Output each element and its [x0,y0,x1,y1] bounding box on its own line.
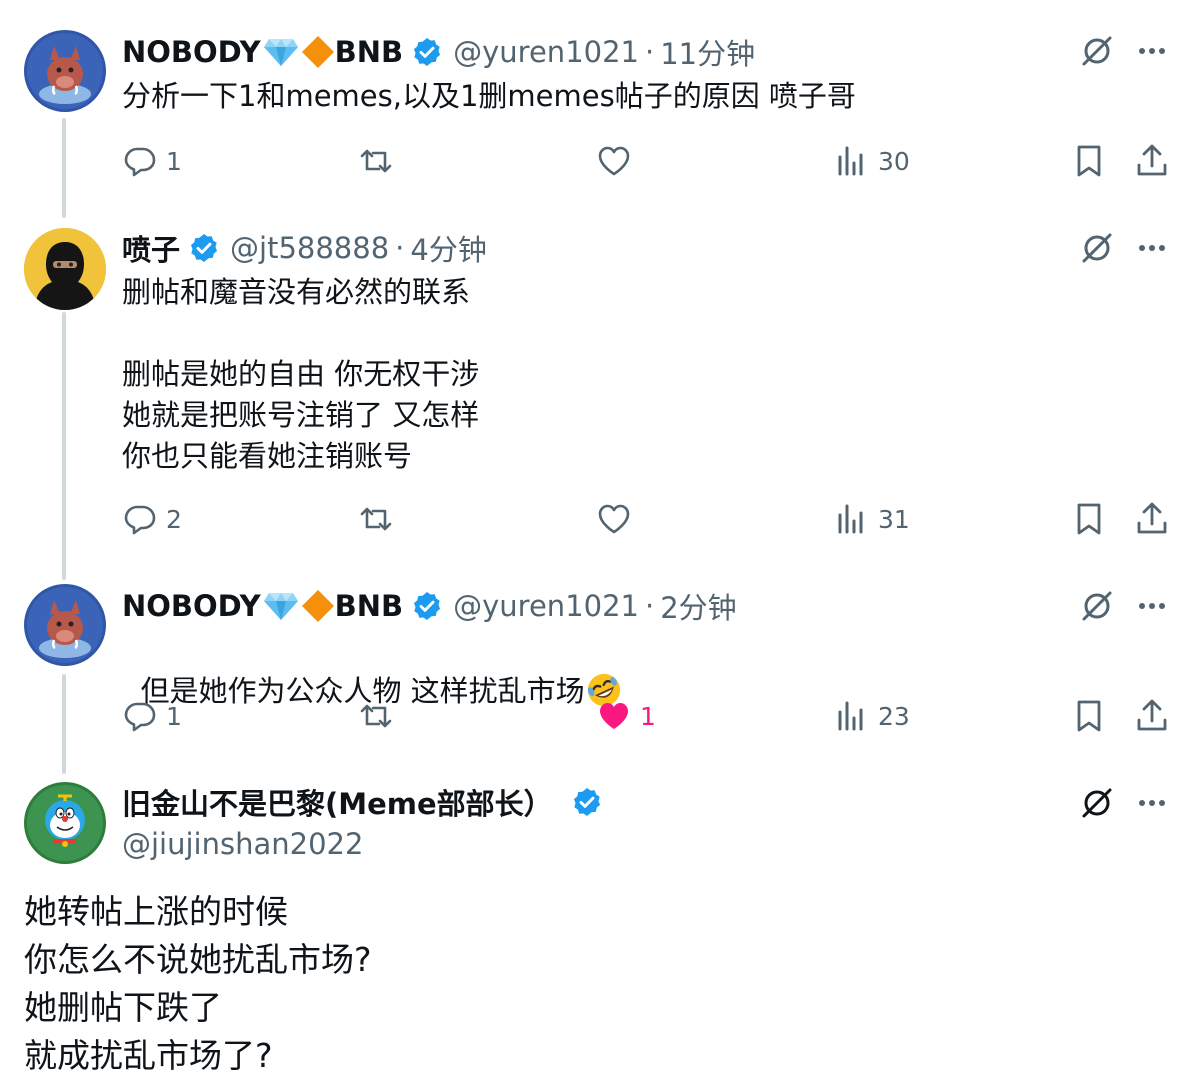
handle-row: @jiujinshan2022 [122,824,363,864]
share-button[interactable] [1134,696,1170,736]
reply-icon [124,505,156,535]
reply-icon [124,147,156,177]
retweet-icon [360,507,392,531]
display-name-suffix[interactable]: BNB [335,589,403,623]
more-options-icon[interactable] [1134,230,1170,266]
like-count: 1 [640,701,656,731]
retweet-icon [360,149,392,173]
tweet-text: 删帖和魔音没有必然的联系 删帖是她的自由 你无权干涉 她就是把账号注销了 又怎样… [122,275,480,473]
like-button[interactable] [596,499,632,539]
gem-icon [263,593,298,620]
user-handle[interactable]: @jiujinshan2022 [122,827,363,861]
separator: · [645,589,655,623]
display-name[interactable]: NOBODY [122,35,261,69]
avatar[interactable] [24,782,106,864]
bookmark-icon [1077,503,1101,535]
avatar[interactable] [24,584,106,666]
views-count: 31 [878,504,910,534]
gem-icon [263,39,298,66]
avatar[interactable] [24,228,106,310]
views-icon [838,504,863,534]
thread-line [62,118,66,218]
views-count: 23 [878,701,910,731]
reply-button[interactable]: 2 [122,499,182,539]
bookmark-button[interactable] [1071,141,1107,181]
views-button[interactable]: 23 [834,696,910,736]
orange-diamond-icon [301,590,334,622]
reply-button[interactable]: 1 [122,141,182,181]
bookmark-button[interactable] [1071,696,1107,736]
views-button[interactable]: 30 [834,141,910,181]
timestamp[interactable]: 2分钟 [660,585,736,627]
retweet-button[interactable] [358,141,394,181]
display-name[interactable]: 喷子 [122,227,180,269]
separator: · [395,231,405,265]
views-icon [838,701,863,731]
reply-icon [124,702,156,732]
orange-diamond-icon [301,36,334,68]
views-count: 30 [878,146,910,176]
like-button[interactable] [596,141,632,181]
user-handle[interactable]: @jt588888 [230,231,389,265]
reply-count: 1 [166,146,182,176]
grok-icon[interactable] [1079,33,1115,69]
more-options-icon[interactable] [1134,785,1170,821]
reply-count: 1 [166,701,182,731]
retweet-button[interactable] [358,696,394,736]
retweet-button[interactable] [358,499,394,539]
bookmark-icon [1077,145,1101,177]
verified-badge-icon [190,234,218,262]
tweet-text: 分析一下1和memes,以及1删memes帖子的原因 喷子哥 [122,79,856,113]
display-name[interactable]: 旧金山不是巴黎(Meme部部长） [122,781,553,823]
more-options-icon[interactable] [1134,33,1170,69]
reply-button[interactable]: 1 [122,696,182,736]
display-name[interactable]: NOBODY [122,589,261,623]
grok-icon[interactable] [1079,230,1115,266]
verified-badge-icon [414,592,441,620]
grok-icon[interactable] [1079,785,1115,821]
timestamp[interactable]: 11分钟 [660,31,755,73]
heart-icon [598,504,630,534]
avatar[interactable] [24,30,106,112]
user-handle[interactable]: @yuren1021 [453,589,639,623]
grok-icon[interactable] [1079,588,1115,624]
share-button[interactable] [1134,499,1170,539]
bookmark-button[interactable] [1071,499,1107,539]
separator: · [645,35,655,69]
retweet-icon [360,704,392,728]
bookmark-icon [1077,700,1101,732]
thread-line [62,674,66,774]
tweet-header: NOBODY BNB @yuren1021 · 2分钟 [122,586,737,626]
heart-filled-icon [600,703,628,729]
user-handle[interactable]: @yuren1021 [453,35,639,69]
tweet-header: 喷子 @jt588888 · 4分钟 [122,228,487,268]
verified-badge-icon [414,38,441,66]
heart-icon [598,146,630,176]
display-name-suffix[interactable]: BNB [335,35,403,69]
tweet-header: 旧金山不是巴黎(Meme部部长） [122,782,613,822]
share-button[interactable] [1134,141,1170,181]
views-icon [838,146,863,176]
like-button[interactable]: 1 [596,696,656,736]
share-icon [1137,699,1167,731]
share-icon [1137,502,1167,534]
more-options-icon[interactable] [1134,588,1170,624]
share-icon [1137,144,1167,176]
thread-line [62,312,66,580]
timestamp[interactable]: 4分钟 [410,227,486,269]
tweet-header: NOBODY BNB @yuren1021 · 11分钟 [122,32,755,72]
verified-badge-icon [573,788,600,816]
tweet-text: 她转帖上涨的时候 你怎么不说她扰乱市场? 她删帖下跌了 就成扰乱市场了? [24,892,372,1075]
reply-count: 2 [166,504,182,534]
views-button[interactable]: 31 [834,499,910,539]
